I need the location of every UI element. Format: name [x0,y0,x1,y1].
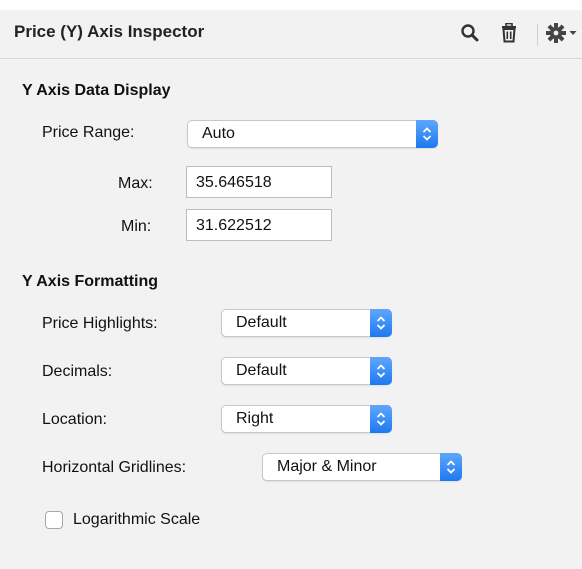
price-highlights-label: Price Highlights: [42,315,158,332]
chevron-down-icon [569,31,577,35]
logarithmic-scale-label[interactable]: Logarithmic Scale [73,511,200,529]
horizontal-gridlines-value: Major & Minor [277,458,377,475]
updown-arrows-icon [370,405,392,433]
updown-arrows-icon [416,120,438,148]
min-label: Min: [121,218,152,235]
price-range-label: Price Range: [42,124,135,141]
min-value: 31.622512 [196,217,272,234]
horizontal-gridlines-select[interactable]: Major & Minor [262,453,462,481]
inspector-header: Price (Y) Axis Inspector [0,10,582,59]
updown-arrows-icon [440,453,462,481]
horizontal-gridlines-label: Horizontal Gridlines: [42,459,187,476]
gear-menu-button[interactable] [545,20,582,46]
max-label: Max: [118,175,153,192]
decimals-select[interactable]: Default [221,357,392,385]
max-value: 35.646518 [196,174,272,191]
location-select[interactable]: Right [221,405,392,433]
updown-arrows-icon [370,309,392,337]
section-heading-formatting: Y Axis Formatting [22,273,159,290]
top-strip [0,0,582,10]
page-title: Price (Y) Axis Inspector [14,22,205,41]
location-value: Right [236,410,274,427]
gear-icon [546,23,566,43]
updown-arrows-icon [370,357,392,385]
search-icon[interactable] [457,20,483,46]
trash-icon[interactable] [496,20,522,46]
header-divider [537,24,538,46]
location-label: Location: [42,411,107,428]
logarithmic-scale-checkbox[interactable] [45,511,63,529]
price-highlights-value: Default [236,314,287,331]
section-heading-data-display: Y Axis Data Display [22,82,171,99]
min-field[interactable]: 31.622512 [186,209,332,241]
max-field[interactable]: 35.646518 [186,166,332,198]
decimals-value: Default [236,362,287,379]
price-range-value: Auto [202,125,235,142]
decimals-label: Decimals: [42,363,113,380]
price-highlights-select[interactable]: Default [221,309,392,337]
price-range-select[interactable]: Auto [187,120,438,148]
inspector-panel: Price (Y) Axis Inspector Y Axis Data Dis… [0,0,582,569]
